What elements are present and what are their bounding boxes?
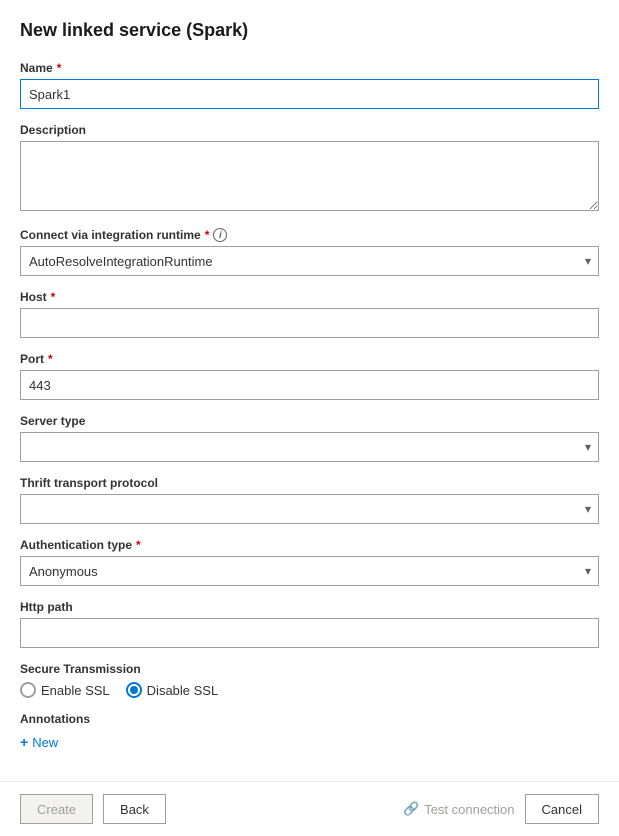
description-input[interactable] — [20, 141, 599, 211]
connect-required: * — [205, 228, 210, 242]
enable-ssl-text: Enable SSL — [41, 683, 110, 698]
panel-title: New linked service (Spark) — [20, 20, 599, 41]
server-type-field-group: Server type ▾ — [20, 414, 599, 462]
auth-required: * — [136, 538, 141, 552]
cancel-button[interactable]: Cancel — [525, 794, 599, 824]
thrift-select[interactable] — [20, 494, 599, 524]
description-field-group: Description — [20, 123, 599, 214]
ssl-radio-group: Enable SSL Disable SSL — [20, 682, 599, 698]
http-path-label: Http path — [20, 600, 599, 614]
name-field-group: Name * — [20, 61, 599, 109]
connect-info-icon[interactable]: i — [213, 228, 227, 242]
plus-icon: + — [20, 734, 28, 750]
footer-right: 🔗 Test connection Cancel — [403, 794, 599, 824]
host-required: * — [51, 290, 56, 304]
host-label: Host * — [20, 290, 599, 304]
auth-select-wrapper: Anonymous ▾ — [20, 556, 599, 586]
thrift-field-group: Thrift transport protocol ▾ — [20, 476, 599, 524]
enable-ssl-label[interactable]: Enable SSL — [20, 682, 110, 698]
create-button[interactable]: Create — [20, 794, 93, 824]
auth-select[interactable]: Anonymous — [20, 556, 599, 586]
host-input[interactable] — [20, 308, 599, 338]
connect-select[interactable]: AutoResolveIntegrationRuntime — [20, 246, 599, 276]
test-connection-button[interactable]: 🔗 Test connection — [403, 801, 515, 817]
name-required: * — [57, 61, 62, 75]
disable-ssl-label[interactable]: Disable SSL — [126, 682, 219, 698]
secure-transmission-section: Secure Transmission Enable SSL Disable S… — [20, 662, 599, 698]
enable-ssl-radio[interactable] — [20, 682, 36, 698]
port-field-group: Port * — [20, 352, 599, 400]
http-path-field-group: Http path — [20, 600, 599, 648]
server-type-label: Server type — [20, 414, 599, 428]
back-button[interactable]: Back — [103, 794, 166, 824]
thrift-select-wrapper: ▾ — [20, 494, 599, 524]
annotations-label: Annotations — [20, 712, 599, 726]
name-input[interactable] — [20, 79, 599, 109]
auth-label: Authentication type * — [20, 538, 599, 552]
server-type-select[interactable] — [20, 432, 599, 462]
description-label: Description — [20, 123, 599, 137]
connect-label: Connect via integration runtime * i — [20, 228, 599, 242]
new-annotation-label: New — [32, 735, 58, 750]
disable-ssl-radio[interactable] — [126, 682, 142, 698]
disable-ssl-text: Disable SSL — [147, 683, 219, 698]
footer: Create Back 🔗 Test connection Cancel — [0, 781, 619, 836]
port-required: * — [48, 352, 53, 366]
footer-left: Create Back — [20, 794, 166, 824]
thrift-label: Thrift transport protocol — [20, 476, 599, 490]
port-label: Port * — [20, 352, 599, 366]
port-input[interactable] — [20, 370, 599, 400]
connect-select-wrapper: AutoResolveIntegrationRuntime ▾ — [20, 246, 599, 276]
test-connection-label: Test connection — [424, 802, 514, 817]
test-connection-icon: 🔗 — [403, 801, 419, 817]
secure-transmission-label: Secure Transmission — [20, 662, 599, 676]
auth-field-group: Authentication type * Anonymous ▾ — [20, 538, 599, 586]
server-type-select-wrapper: ▾ — [20, 432, 599, 462]
name-label: Name * — [20, 61, 599, 75]
http-path-input[interactable] — [20, 618, 599, 648]
connect-field-group: Connect via integration runtime * i Auto… — [20, 228, 599, 276]
host-field-group: Host * — [20, 290, 599, 338]
new-annotation-button[interactable]: + New — [20, 730, 58, 754]
annotations-section: Annotations + New — [20, 712, 599, 754]
